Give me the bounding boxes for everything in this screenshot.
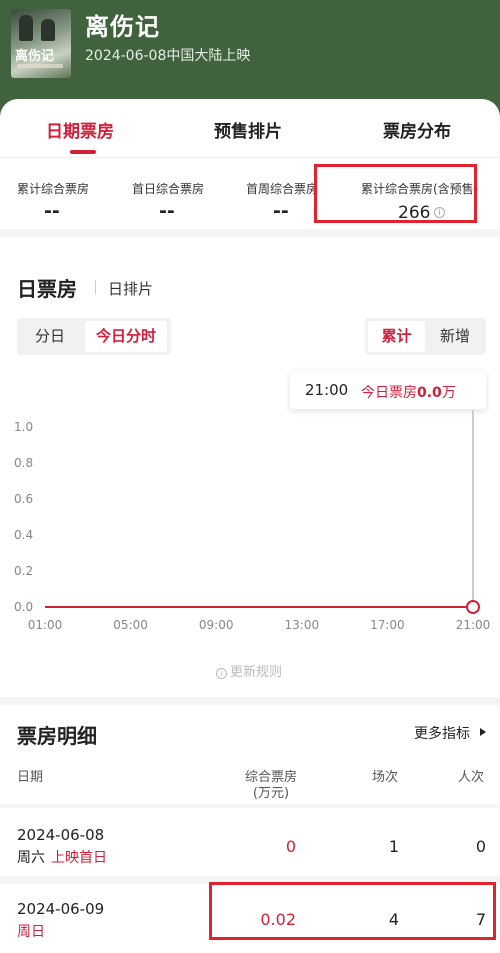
x-tick-label: 21:00 [456,618,491,632]
tooltip-value: 今日票房0.0万 [361,385,456,401]
toggle-incremental[interactable]: 新增 [427,321,483,352]
y-tick-label: 0.0 [14,600,33,614]
active-tab-indicator [70,150,96,154]
movie-title: 离伤记 [85,13,160,41]
row-date: 2024-06-09 [17,900,105,918]
col-header-box-office: 综合票房 (万元) [244,770,297,801]
x-tick-label: 05:00 [113,618,148,632]
update-rule-link[interactable]: i 更新规则 [216,661,282,680]
highlight-box-row [209,882,496,940]
header-divider [0,804,500,808]
row-people: 0 [475,837,486,856]
col-header-shows: 场次 [372,770,399,785]
toggle-today-hourly[interactable]: 今日分时 [85,321,167,352]
highlight-box-total [314,164,477,223]
stat-value-first-day: -- [159,200,175,222]
y-tick-label: 0.8 [14,456,33,470]
col-header-date: 日期 [17,770,44,785]
tooltip-time: 21:00 [305,381,349,399]
release-date: 2024-06-08中国大陆上映 [85,48,251,64]
stat-label-total: 累计综合票房 [17,182,90,196]
toggle-by-day[interactable]: 分日 [21,321,79,352]
chart-tooltip: 21:00 今日票房0.0万 [290,371,486,409]
row-box-office: 0 [285,837,296,856]
y-tick-label: 0.4 [14,528,33,542]
row-weekday: 周六 上映首日 [17,850,107,866]
row-date: 2024-06-08 [17,826,105,844]
info-icon: i [216,668,227,679]
stat-label-first-week: 首周综合票房 [246,182,319,196]
row-weekday: 周日 [17,924,45,940]
section-title-detail: 票房明细 [17,724,97,748]
tab-presale-schedule[interactable]: 预售排片 [214,117,282,142]
more-metrics-link[interactable]: 更多指标 [414,723,470,743]
y-tick-label: 0.6 [14,492,33,506]
x-tick-label: 17:00 [370,618,405,632]
stat-label-first-day: 首日综合票房 [132,182,205,196]
poster-subtitle-strip [17,64,63,68]
section-title-daily: 日票房 [17,277,77,301]
y-tick-label: 1.0 [14,420,33,434]
x-tick-label: 13:00 [285,618,320,632]
col-header-people: 人次 [458,770,485,785]
tab-box-office-distribution[interactable]: 票房分布 [383,117,451,142]
x-tick-label: 01:00 [28,618,63,632]
movie-poster[interactable]: 离伤记 [11,9,71,78]
tab-daily-box-office[interactable]: 日期票房 [46,117,114,142]
mode-toggle: 累计 新增 [365,318,486,355]
poster-figure-left [19,15,33,41]
stat-value-total: -- [44,200,60,222]
y-tick-label: 0.2 [14,564,33,578]
poster-title-art: 离伤记 [15,49,55,64]
link-daily-schedule[interactable]: 日排片 [108,278,153,299]
poster-figure-right [41,19,55,41]
release-day-tag: 上映首日 [51,850,107,866]
caret-right-icon[interactable] [480,728,486,736]
toggle-cumulative[interactable]: 累计 [368,321,425,352]
row-shows: 1 [388,837,399,856]
title-separator [95,280,96,294]
highlight-point [466,600,480,614]
stat-value-first-week: -- [273,200,289,222]
x-tick-label: 09:00 [199,618,234,632]
view-toggle: 分日 今日分时 [17,318,171,355]
hourly-box-office-chart[interactable]: 0.0 0.2 0.4 0.6 0.8 1.0 01:00 05:00 09:00 13:00 17… [0,410,500,640]
tab-divider [0,157,500,158]
